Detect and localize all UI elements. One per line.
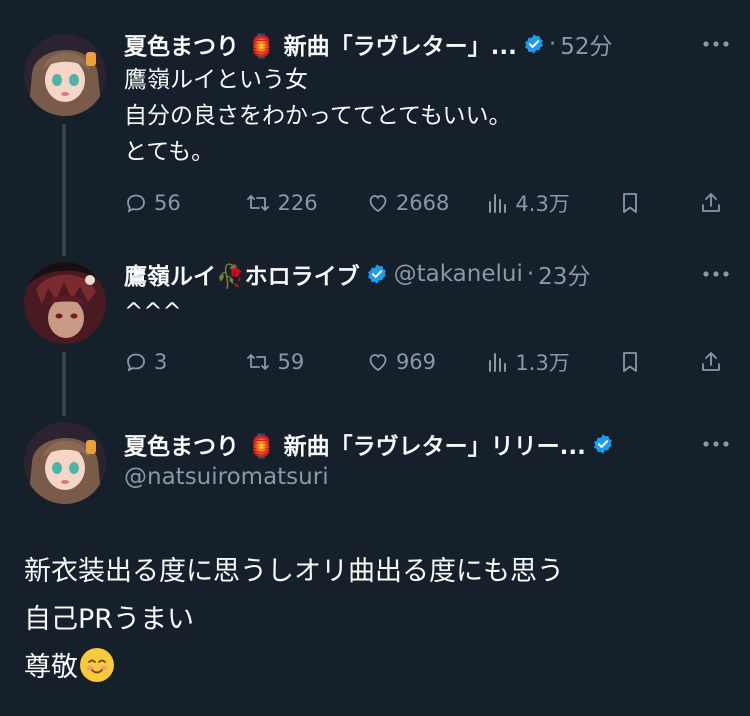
avatar[interactable]: [24, 262, 106, 344]
reply-count: 56: [154, 191, 181, 215]
action-bar: 56 226 2668 4.3万: [124, 187, 729, 219]
retweet-count: 59: [277, 350, 305, 374]
handle[interactable]: @natsuiromatsuri: [124, 464, 329, 490]
retweet-icon: [246, 354, 269, 370]
avatar[interactable]: [24, 34, 106, 116]
reply-icon: [127, 353, 145, 372]
views-icon: [489, 353, 507, 372]
retweet-icon: [246, 195, 269, 211]
share-icon: [702, 193, 720, 212]
tweet-text: 鷹嶺ルイという女 自分の良さをわかっててとてもいい。 とても。: [124, 67, 512, 165]
handle[interactable]: @takanelui: [394, 261, 523, 287]
views-icon: [489, 194, 507, 213]
tweet-text: 新衣装出る度に思うしオリ曲出る度にも思う 自己PRうまい 尊敬: [24, 548, 730, 692]
reply-button[interactable]: 56: [124, 191, 244, 215]
separator-dot: ·: [548, 31, 557, 57]
display-name[interactable]: 鷹嶺ルイ🥀ホロライブ: [124, 257, 360, 291]
thread-line: [62, 352, 66, 416]
tweet-header: 鷹嶺ルイ🥀ホロライブ @takanelui · 23分: [124, 256, 730, 292]
more-icon[interactable]: [690, 40, 730, 48]
views-count: 1.3万: [515, 351, 570, 375]
display-name[interactable]: 夏色まつり 🏮 新曲「ラヴレター」リリー...: [124, 427, 586, 461]
bookmark-icon: [622, 352, 637, 372]
display-name[interactable]: 夏色まつり 🏮 新曲「ラヴレター」...: [124, 27, 517, 61]
like-button[interactable]: 969: [366, 350, 487, 374]
views-button[interactable]: 4.3万: [487, 188, 618, 218]
share-button[interactable]: [699, 191, 729, 215]
reply-icon: [127, 194, 145, 213]
like-button[interactable]: 2668: [366, 191, 487, 215]
tweet-header: 夏色まつり 🏮 新曲「ラヴレター」リリー...: [124, 426, 730, 462]
verified-badge-icon: [592, 433, 614, 455]
share-icon: [702, 352, 720, 371]
like-icon: [369, 195, 387, 213]
retweet-count: 226: [277, 191, 318, 215]
reply-button[interactable]: 3: [124, 350, 244, 374]
tweet-text: ^^^: [124, 299, 182, 325]
smiling-face-emoji: [80, 648, 114, 682]
reply-count: 3: [154, 350, 168, 374]
separator-dot: ·: [526, 261, 535, 287]
retweet-button[interactable]: 226: [244, 191, 366, 215]
verified-badge-icon: [523, 33, 545, 55]
tweet-thread: 夏色まつり 🏮 新曲「ラヴレター」... · 52分 鷹嶺ルイという女 自分の良…: [0, 0, 750, 716]
more-icon[interactable]: [690, 440, 730, 448]
views-count: 4.3万: [515, 192, 570, 216]
tweet-header: 夏色まつり 🏮 新曲「ラヴレター」... · 52分: [124, 26, 730, 62]
views-button[interactable]: 1.3万: [487, 347, 618, 377]
bookmark-icon: [622, 193, 637, 213]
retweet-button[interactable]: 59: [244, 350, 366, 374]
timestamp[interactable]: 52分: [560, 27, 612, 61]
avatar[interactable]: [24, 422, 106, 504]
like-icon: [369, 354, 387, 372]
thread-line: [62, 124, 66, 256]
share-button[interactable]: [699, 350, 729, 374]
like-count: 969: [395, 350, 437, 374]
timestamp[interactable]: 23分: [538, 257, 590, 291]
like-count: 2668: [395, 191, 450, 215]
bookmark-button[interactable]: [619, 191, 699, 215]
action-bar: 3 59 969 1.3万: [124, 346, 729, 378]
bookmark-button[interactable]: [619, 350, 699, 374]
verified-badge-icon: [366, 263, 388, 285]
more-icon[interactable]: [690, 270, 730, 278]
